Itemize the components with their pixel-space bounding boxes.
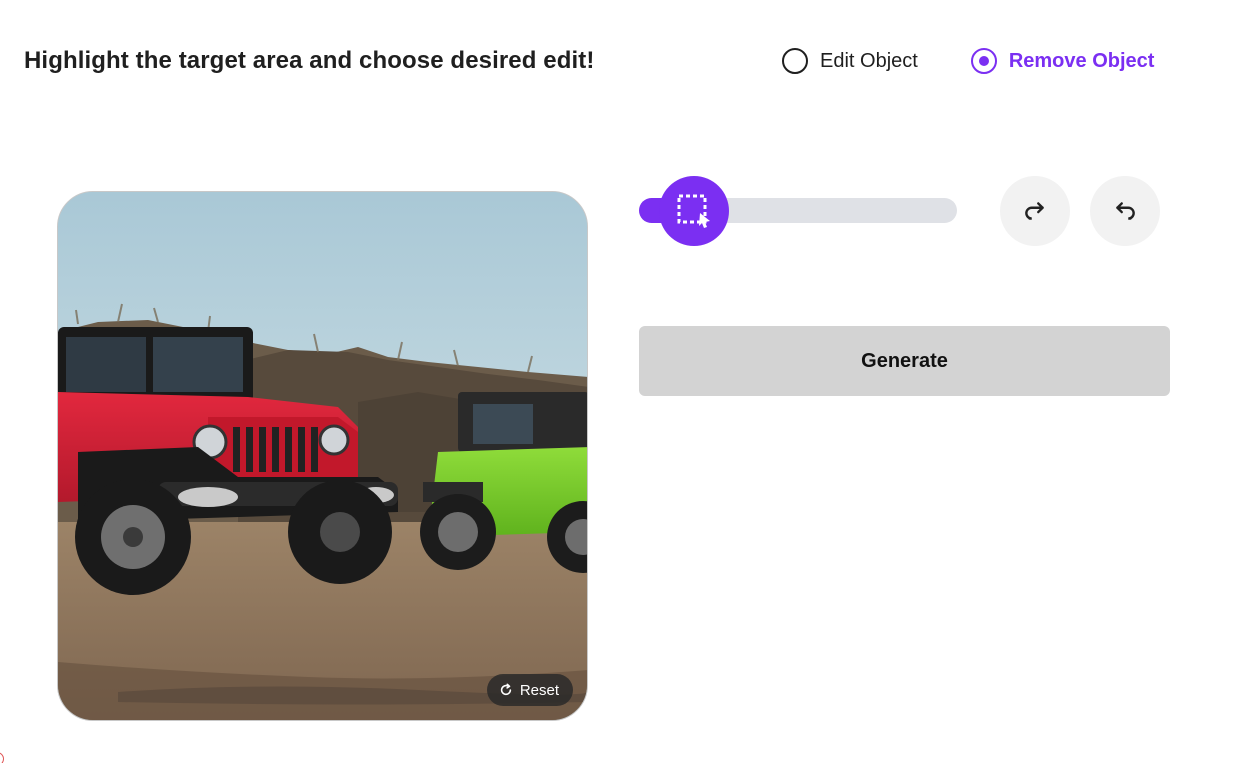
remove-object-label: Remove Object (1008, 49, 1155, 72)
edit-object-label: Edit Object (820, 49, 918, 72)
instruction-heading: Highlight the target area and choose des… (24, 47, 595, 74)
reset-label: Reset (519, 681, 559, 699)
corner-indicator (0, 752, 4, 763)
select-area-cursor-icon (677, 194, 710, 228)
remove-object-radio-circle[interactable] (970, 48, 997, 74)
editor-page: Highlight the target area and choose des… (0, 0, 1241, 763)
jeep-photo[interactable] (58, 192, 588, 721)
edit-object-radio[interactable]: Edit Object (782, 48, 918, 74)
redo-button[interactable] (1000, 176, 1070, 246)
reset-button[interactable]: Reset (486, 674, 573, 706)
image-canvas[interactable]: Reset (57, 191, 588, 721)
refresh-icon (500, 683, 511, 696)
edit-mode-radio-group: Edit Object Remove Object (782, 48, 1154, 74)
undo-icon (1116, 202, 1135, 220)
edit-object-radio-circle[interactable] (782, 48, 808, 74)
brush-size-slider-thumb[interactable] (658, 176, 729, 246)
remove-object-radio[interactable]: Remove Object (970, 48, 1155, 74)
redo-icon (1025, 202, 1044, 220)
generate-button[interactable]: Generate (639, 326, 1170, 396)
undo-button[interactable] (1090, 176, 1160, 246)
